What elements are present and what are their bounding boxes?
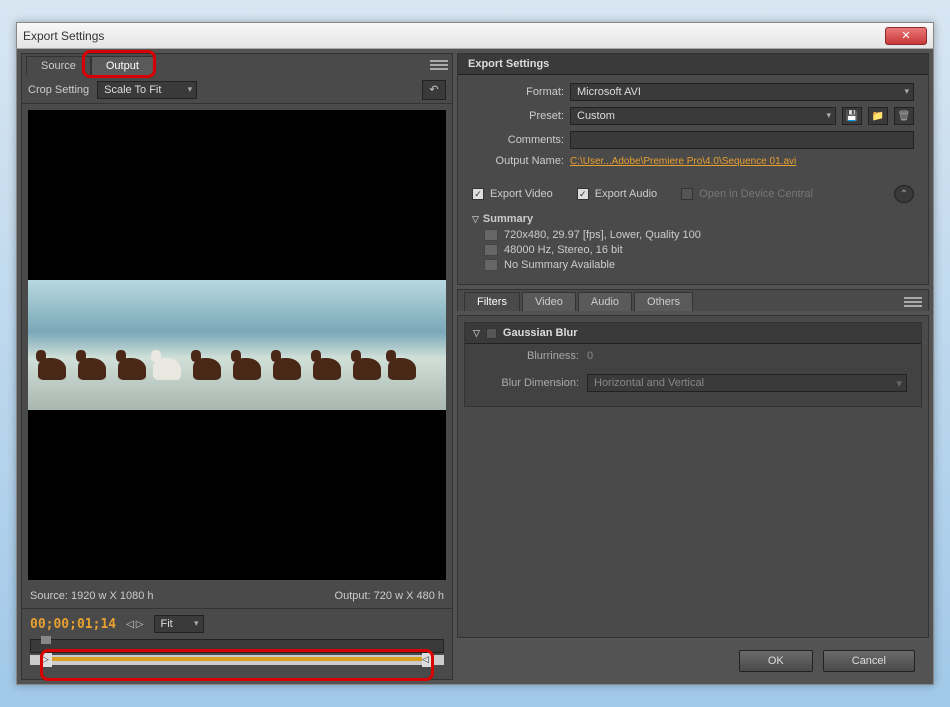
ok-button[interactable]: OK: [739, 650, 813, 672]
source-dimensions: Source: 1920 w X 1080 h: [30, 590, 154, 602]
playback-controls-row: 00;00;01;14 ◁ ▷ Fit: [22, 611, 452, 637]
format-label: Format:: [472, 86, 564, 98]
next-frame-icon[interactable]: ▷: [136, 619, 144, 630]
output-name-label: Output Name:: [472, 155, 564, 167]
prev-frame-icon[interactable]: ◁: [126, 619, 134, 630]
tab-video[interactable]: Video: [522, 292, 576, 311]
export-video-checkbox[interactable]: ✓: [472, 188, 484, 200]
filter-toggle-icon[interactable]: ▽: [473, 328, 480, 339]
export-video-label: Export Video: [490, 188, 553, 200]
crop-setting-label: Crop Setting: [28, 84, 89, 96]
dialog-body: Source Output Crop Setting Scale To Fit …: [17, 49, 933, 684]
preset-dropdown[interactable]: Custom: [570, 107, 836, 125]
blur-dimension-label: Blur Dimension:: [479, 377, 579, 389]
timeline-ruler[interactable]: [30, 639, 444, 653]
tab-source[interactable]: Source: [26, 56, 91, 75]
close-button[interactable]: ✕: [885, 27, 927, 45]
summary-title: Summary: [483, 213, 533, 225]
output-dimensions: Output: 720 w X 480 h: [335, 590, 444, 602]
preview-image: [28, 280, 446, 410]
export-settings-body: Format: Microsoft AVI Preset: Custom 💾 📁…: [458, 75, 928, 181]
tab-audio[interactable]: Audio: [578, 292, 632, 311]
summary-video: 720x480, 29.97 [fps], Lower, Quality 100: [504, 229, 701, 241]
filter-enable-checkbox[interactable]: [486, 328, 497, 339]
work-area-fill: [48, 657, 426, 661]
audio-icon: [484, 244, 498, 256]
export-settings-header: Export Settings: [458, 54, 928, 75]
titlebar: Export Settings ✕: [17, 23, 933, 49]
blur-dimension-dropdown[interactable]: Horizontal and Vertical: [587, 374, 907, 392]
playhead-marker[interactable]: [41, 636, 51, 644]
crop-settings-row: Crop Setting Scale To Fit ↶: [22, 76, 452, 104]
open-device-label: Open in Device Central: [699, 188, 813, 200]
export-audio-label: Export Audio: [595, 188, 657, 200]
filters-panel: ▽ Gaussian Blur Blurriness: 0 Blur Dimen…: [457, 315, 929, 638]
cancel-button[interactable]: Cancel: [823, 650, 915, 672]
filter-panel-menu-icon[interactable]: [904, 295, 922, 309]
output-name-link[interactable]: C:\User...Adobe\Premiere Pro\4.0\Sequenc…: [570, 156, 914, 167]
filter-tabs-row: Filters Video Audio Others: [457, 289, 929, 311]
undo-crop-button[interactable]: ↶: [422, 80, 446, 100]
filter-name: Gaussian Blur: [503, 327, 578, 339]
settings-panel: Export Settings Format: Microsoft AVI Pr…: [457, 53, 929, 680]
dialog-buttons: OK Cancel: [457, 642, 929, 680]
export-options-row: ✓ Export Video ✓ Export Audio Open in De…: [458, 181, 928, 207]
import-preset-icon[interactable]: 📁: [868, 107, 888, 125]
tab-filters[interactable]: Filters: [464, 292, 520, 311]
blurriness-label: Blurriness:: [479, 350, 579, 362]
gaussian-blur-filter: ▽ Gaussian Blur Blurriness: 0 Blur Dimen…: [464, 322, 922, 407]
delete-preset-icon[interactable]: 🗑: [894, 107, 914, 125]
comments-label: Comments:: [472, 134, 564, 146]
blurriness-value[interactable]: 0: [587, 350, 593, 362]
crop-setting-dropdown[interactable]: Scale To Fit: [97, 81, 197, 99]
comments-input[interactable]: [570, 131, 914, 149]
save-preset-icon[interactable]: 💾: [842, 107, 862, 125]
summary-audio: 48000 Hz, Stereo, 16 bit: [504, 244, 623, 256]
summary-other: No Summary Available: [504, 259, 615, 271]
dimensions-row: Source: 1920 w X 1080 h Output: 720 w X …: [22, 586, 452, 606]
video-preview: [28, 110, 446, 580]
preset-label: Preset:: [472, 110, 564, 122]
open-device-checkbox: [681, 188, 693, 200]
tab-output[interactable]: Output: [91, 56, 154, 75]
in-point-handle[interactable]: [42, 653, 52, 667]
out-point-handle[interactable]: [422, 653, 432, 667]
annotation-highlight-2: [40, 649, 434, 681]
preview-tabs: Source Output: [22, 54, 452, 76]
preview-panel: Source Output Crop Setting Scale To Fit …: [21, 53, 453, 680]
expand-summary-icon[interactable]: ⌃: [894, 185, 914, 203]
format-dropdown[interactable]: Microsoft AVI: [570, 83, 914, 101]
other-icon: [484, 259, 498, 271]
window-title: Export Settings: [23, 29, 885, 43]
frame-nav: ◁ ▷: [126, 619, 143, 630]
panel-menu-icon[interactable]: [430, 58, 448, 72]
tab-others[interactable]: Others: [634, 292, 693, 311]
zoom-dropdown[interactable]: Fit: [154, 615, 204, 633]
work-area-bar[interactable]: [30, 655, 444, 665]
timecode-display[interactable]: 00;00;01;14: [30, 617, 116, 632]
export-settings-window: Export Settings ✕ Source Output Crop Set…: [16, 22, 934, 685]
summary-block: ▽ Summary 720x480, 29.97 [fps], Lower, Qu…: [458, 207, 928, 284]
summary-toggle-icon[interactable]: ▽: [472, 214, 479, 225]
timeline: [30, 639, 444, 671]
video-icon: [484, 229, 498, 241]
export-settings-section: Export Settings Format: Microsoft AVI Pr…: [457, 53, 929, 285]
export-audio-checkbox[interactable]: ✓: [577, 188, 589, 200]
